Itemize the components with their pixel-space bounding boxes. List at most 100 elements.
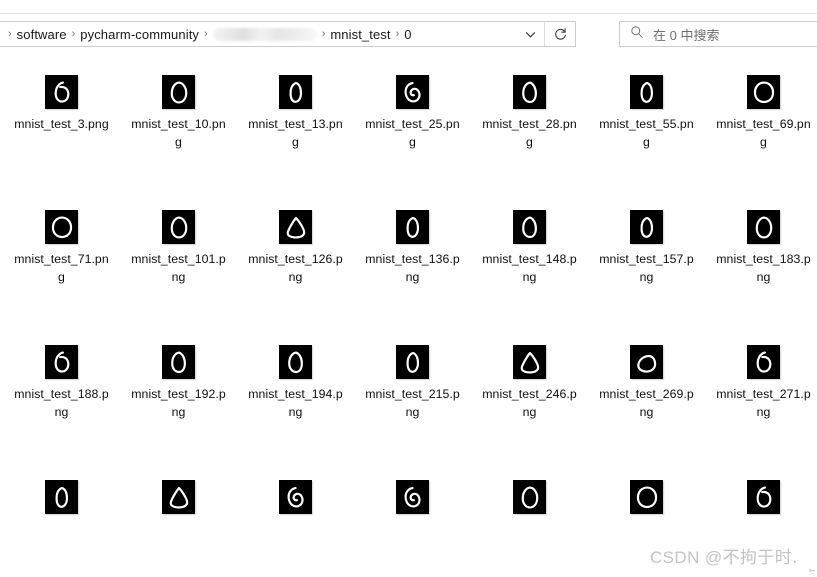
- breadcrumb-separator: ›: [71, 27, 76, 40]
- breadcrumb[interactable]: › software › pycharm-community › › mnist…: [0, 22, 516, 46]
- file-name-label: mnist_test_3.png: [14, 117, 109, 131]
- corner-artifact: ▫–: [808, 566, 815, 575]
- file-name-label: mnist_test_25.png: [365, 117, 460, 149]
- file-thumbnail-image: [630, 75, 663, 109]
- file-thumbnail-image: [162, 480, 195, 514]
- file-thumbnail-image: [396, 210, 429, 244]
- address-bar[interactable]: › software › pycharm-community › › mnist…: [0, 21, 576, 47]
- breadcrumb-item-software[interactable]: software: [17, 27, 67, 42]
- file-name-label: mnist_test_188.png: [14, 387, 109, 419]
- file-name-label: mnist_test_136.png: [365, 252, 460, 284]
- file-thumbnail-image: [513, 480, 546, 514]
- file-thumbnail-image: [279, 480, 312, 514]
- file-item[interactable]: mnist_test_55.png: [588, 53, 705, 188]
- file-item[interactable]: mnist_test_69.png: [705, 53, 817, 188]
- file-name-label: mnist_test_126.png: [248, 252, 343, 284]
- file-name-label: mnist_test_71.png: [14, 252, 109, 284]
- file-name-label: mnist_test_28.png: [482, 117, 577, 149]
- file-item[interactable]: [3, 458, 120, 577]
- file-thumbnail-image: [45, 480, 78, 514]
- file-name-label: mnist_test_183.png: [716, 252, 811, 284]
- file-thumbnail-image: [747, 480, 780, 514]
- breadcrumb-item-pycharm-community[interactable]: pycharm-community: [80, 27, 199, 42]
- file-thumbnail-image: [45, 75, 78, 109]
- file-name-label: mnist_test_246.png: [482, 387, 577, 419]
- file-thumbnail-image: [513, 345, 546, 379]
- search-input[interactable]: 在 0 中搜索: [653, 25, 719, 44]
- file-name-label: mnist_test_271.png: [716, 387, 811, 419]
- search-icon: [630, 25, 644, 44]
- file-thumbnail-image: [747, 345, 780, 379]
- breadcrumb-item-redacted[interactable]: [212, 27, 317, 41]
- file-grid: mnist_test_3.png mnist_test_10.png mnist_t…: [0, 53, 817, 577]
- breadcrumb-separator: ›: [204, 27, 208, 40]
- file-item[interactable]: [120, 458, 237, 577]
- file-item[interactable]: mnist_test_25.png: [354, 53, 471, 188]
- file-item[interactable]: mnist_test_157.png: [588, 188, 705, 323]
- file-item[interactable]: mnist_test_3.png: [3, 53, 120, 188]
- file-name-label: mnist_test_215.png: [365, 387, 460, 419]
- file-name-label: mnist_test_194.png: [248, 387, 343, 419]
- refresh-icon[interactable]: [545, 22, 575, 46]
- file-item[interactable]: mnist_test_148.png: [471, 188, 588, 323]
- file-thumbnail-image: [630, 345, 663, 379]
- file-item[interactable]: mnist_test_188.png: [3, 323, 120, 458]
- file-thumbnail-image: [396, 345, 429, 379]
- file-thumbnail-image: [162, 210, 195, 244]
- file-thumbnail-image: [162, 75, 195, 109]
- file-item[interactable]: mnist_test_126.png: [237, 188, 354, 323]
- breadcrumb-separator: ›: [8, 27, 12, 40]
- window-top-strip: [0, 0, 817, 14]
- file-thumbnail-image: [279, 75, 312, 109]
- file-item[interactable]: mnist_test_10.png: [120, 53, 237, 188]
- file-name-label: mnist_test_10.png: [131, 117, 226, 149]
- breadcrumb-item-0[interactable]: 0: [404, 27, 411, 42]
- file-item[interactable]: mnist_test_101.png: [120, 188, 237, 323]
- file-thumbnail-image: [45, 345, 78, 379]
- file-item[interactable]: mnist_test_28.png: [471, 53, 588, 188]
- file-item[interactable]: [237, 458, 354, 577]
- file-name-label: mnist_test_148.png: [482, 252, 577, 284]
- file-thumbnail-image: [630, 210, 663, 244]
- breadcrumb-separator: ›: [321, 27, 326, 40]
- file-item[interactable]: mnist_test_269.png: [588, 323, 705, 458]
- file-thumbnail-image: [162, 345, 195, 379]
- file-name-label: mnist_test_192.png: [131, 387, 226, 419]
- file-name-label: mnist_test_101.png: [131, 252, 226, 284]
- search-box[interactable]: 在 0 中搜索: [619, 21, 817, 47]
- file-item[interactable]: mnist_test_13.png: [237, 53, 354, 188]
- file-item[interactable]: [471, 458, 588, 577]
- file-thumbnail-image: [279, 210, 312, 244]
- file-thumbnail-image: [513, 75, 546, 109]
- file-item[interactable]: [588, 458, 705, 577]
- file-thumbnail-image: [396, 480, 429, 514]
- file-item[interactable]: mnist_test_271.png: [705, 323, 817, 458]
- file-name-label: mnist_test_13.png: [248, 117, 343, 149]
- file-item[interactable]: mnist_test_215.png: [354, 323, 471, 458]
- file-thumbnail-image: [747, 75, 780, 109]
- file-item[interactable]: mnist_test_246.png: [471, 323, 588, 458]
- breadcrumb-item-mnist-test[interactable]: mnist_test: [330, 27, 390, 42]
- file-thumbnail-image: [279, 345, 312, 379]
- file-name-label: mnist_test_269.png: [599, 387, 694, 419]
- chevron-down-icon[interactable]: [516, 22, 544, 46]
- file-thumbnail-image: [513, 210, 546, 244]
- file-name-label: mnist_test_69.png: [716, 117, 811, 149]
- explorer-toolbar: › software › pycharm-community › › mnist…: [0, 14, 817, 52]
- file-explorer-window: › software › pycharm-community › › mnist…: [0, 0, 817, 577]
- file-item[interactable]: [354, 458, 471, 577]
- file-list-view[interactable]: mnist_test_3.png mnist_test_10.png mnist_t…: [0, 53, 817, 577]
- file-thumbnail-image: [747, 210, 780, 244]
- breadcrumb-separator: ›: [395, 27, 400, 40]
- file-item[interactable]: mnist_test_71.png: [3, 188, 120, 323]
- file-name-label: mnist_test_55.png: [599, 117, 694, 149]
- file-thumbnail-image: [396, 75, 429, 109]
- file-name-label: mnist_test_157.png: [599, 252, 694, 284]
- file-thumbnail-image: [630, 480, 663, 514]
- file-item[interactable]: mnist_test_192.png: [120, 323, 237, 458]
- file-item[interactable]: [705, 458, 817, 577]
- file-item[interactable]: mnist_test_183.png: [705, 188, 817, 323]
- file-thumbnail-image: [45, 210, 78, 244]
- file-item[interactable]: mnist_test_194.png: [237, 323, 354, 458]
- file-item[interactable]: mnist_test_136.png: [354, 188, 471, 323]
